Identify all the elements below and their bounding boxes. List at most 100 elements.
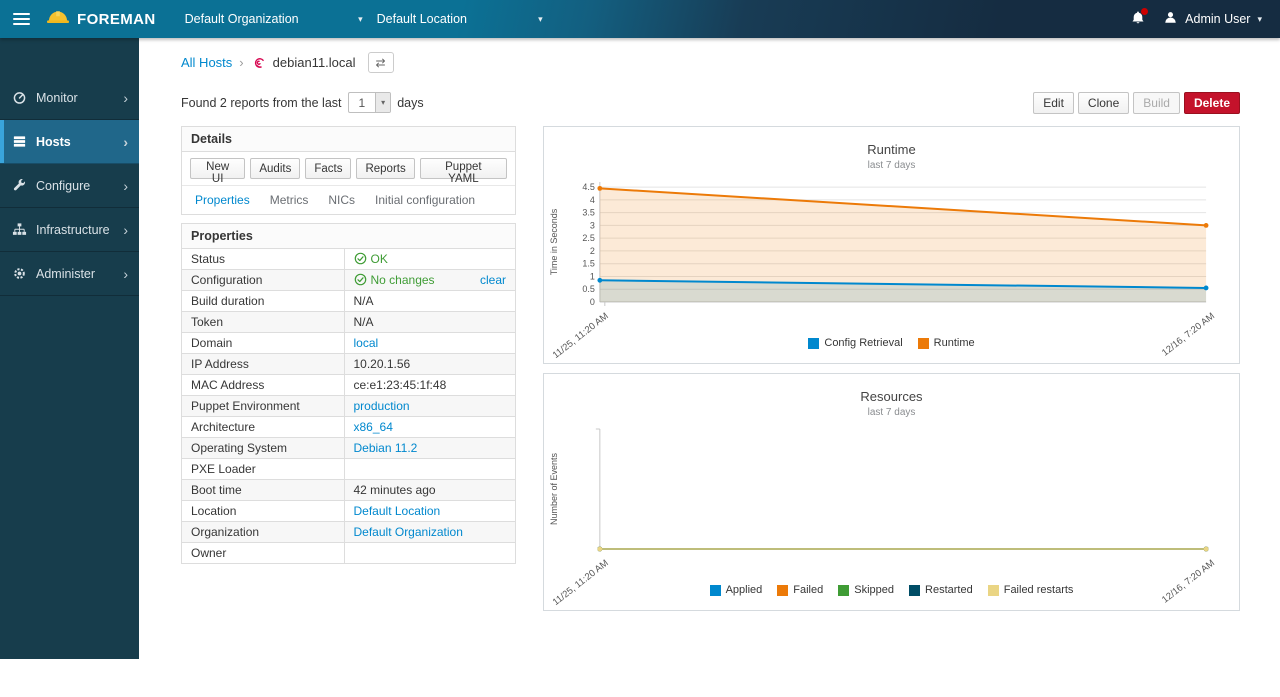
svg-text:0.5: 0.5 [582, 284, 594, 294]
legend-item-runtime[interactable]: Runtime [918, 337, 975, 349]
resources-chart-panel: Resources last 7 days 11/25, 11:20 AM12/… [543, 373, 1240, 611]
charts-column: Runtime last 7 days 00.511.522.533.544.5… [543, 126, 1240, 611]
property-value [344, 459, 515, 480]
switch-arrows-icon: ⇄ [376, 56, 386, 70]
runtime-chart: 00.511.522.533.544.511/25, 11:20 AM12/16… [544, 174, 1239, 364]
user-name: Admin User [1185, 12, 1250, 26]
breadcrumb-all-hosts-link[interactable]: All Hosts [181, 55, 232, 70]
sidebar-item-administer[interactable]: Administer› [0, 252, 139, 296]
audits-button[interactable]: Audits [250, 158, 300, 179]
property-label: Token [182, 312, 344, 333]
architecture-link[interactable]: x86_64 [354, 420, 393, 434]
location-link[interactable]: Default Location [354, 504, 441, 518]
legend-item-skipped[interactable]: Skipped [838, 584, 894, 596]
menu-toggle-button[interactable] [0, 13, 43, 25]
properties-table: StatusOKConfigurationNo changesclearBuil… [182, 249, 515, 563]
sidebar-item-configure[interactable]: Configure› [0, 164, 139, 208]
operating-system-link[interactable]: Debian 11.2 [354, 441, 418, 455]
details-button-row: New UIAuditsFactsReports Puppet YAML [182, 152, 515, 186]
legend-swatch [777, 585, 788, 596]
tab-initial-configuration[interactable]: Initial configuration [365, 186, 485, 214]
table-row: IP Address10.20.1.56 [182, 354, 515, 375]
resources-chart-legend: Applied Failed Skipped Restarted Failed rest… [544, 584, 1239, 596]
tab-nics[interactable]: NICs [318, 186, 365, 214]
reports-button[interactable]: Reports [356, 158, 414, 179]
property-value: x86_64 [344, 417, 515, 438]
debian-os-icon [251, 55, 266, 70]
puppet-environment-link[interactable]: production [354, 399, 410, 413]
legend-swatch [918, 338, 929, 349]
host-switcher-button[interactable]: ⇄ [368, 52, 394, 73]
edit-button[interactable]: Edit [1033, 92, 1074, 114]
facts-button[interactable]: Facts [305, 158, 351, 179]
svg-text:Number of Events: Number of Events [549, 453, 559, 525]
legend-label: Applied [726, 584, 763, 596]
property-label: Owner [182, 543, 344, 564]
property-label: Puppet Environment [182, 396, 344, 417]
table-row: Domainlocal [182, 333, 515, 354]
table-row: PXE Loader [182, 459, 515, 480]
sidebar-item-label: Monitor [36, 91, 78, 105]
domain-link[interactable]: local [354, 336, 379, 350]
foreman-logo[interactable]: FOREMAN [46, 8, 156, 31]
property-label: PXE Loader [182, 459, 344, 480]
puppet-yaml-button[interactable]: Puppet YAML [420, 158, 507, 179]
organization-link[interactable]: Default Organization [354, 525, 463, 539]
sidebar-item-hosts[interactable]: Hosts› [0, 120, 139, 164]
notification-badge [1141, 8, 1148, 15]
svg-text:11/25, 11:20 AM: 11/25, 11:20 AM [551, 311, 611, 361]
sidebar-item-monitor[interactable]: Monitor › [0, 76, 139, 120]
property-value: ce:e1:23:45:1f:48 [344, 375, 515, 396]
legend-item-restarted[interactable]: Restarted [909, 584, 973, 596]
build-button: Build [1133, 92, 1180, 114]
legend-item-failed[interactable]: Failed [777, 584, 823, 596]
tab-properties[interactable]: Properties [185, 186, 260, 214]
sitemap-icon [11, 222, 27, 238]
property-value: 10.20.1.56 [344, 354, 515, 375]
legend-swatch [838, 585, 849, 596]
legend-item-failed-restarts[interactable]: Failed restarts [988, 584, 1074, 596]
property-value: No changesclear [344, 270, 515, 291]
svg-text:3: 3 [590, 220, 595, 230]
legend-item-applied[interactable]: Applied [710, 584, 763, 596]
legend-swatch [808, 338, 819, 349]
property-value: Default Organization [344, 522, 515, 543]
property-value: N/A [344, 291, 515, 312]
property-label: Organization [182, 522, 344, 543]
delete-button[interactable]: Delete [1184, 92, 1240, 114]
legend-label: Skipped [854, 584, 894, 596]
svg-text:12/16, 7:20 AM: 12/16, 7:20 AM [1160, 311, 1217, 359]
organization-label: Default Organization [185, 12, 299, 26]
tab-metrics[interactable]: Metrics [260, 186, 319, 214]
legend-swatch [909, 585, 920, 596]
clear-link[interactable]: clear [480, 273, 506, 287]
sidebar-item-infrastructure[interactable]: Infrastructure› [0, 208, 139, 252]
sidebar-item-label: Hosts [36, 135, 71, 149]
organization-selector[interactable]: Default Organization ▾ [185, 12, 363, 26]
notifications-button[interactable] [1130, 10, 1146, 29]
days-label: days [397, 96, 423, 110]
property-label: Configuration [182, 270, 344, 291]
breadcrumb-current-host: debian11.local [273, 55, 356, 70]
sidebar-nav: Monitor›Hosts›Configure›Infrastructure›A… [0, 38, 139, 659]
user-menu[interactable]: Admin User ▾ [1163, 10, 1262, 28]
host-details-column: Details New UIAuditsFactsReportsPuppet Y… [181, 126, 516, 564]
property-label: IP Address [182, 354, 344, 375]
days-select[interactable]: 1 ▾ [348, 92, 392, 113]
breadcrumb: All Hosts › debian11.local ⇄ [181, 52, 1240, 73]
property-value: 42 minutes ago [344, 480, 515, 501]
property-label: Status [182, 249, 344, 270]
property-value: OK [344, 249, 515, 270]
found-reports-text: Found 2 reports from the last [181, 96, 342, 110]
legend-item-config-retrieval[interactable]: Config Retrieval [808, 337, 902, 349]
gauge-icon [11, 90, 27, 106]
check-circle-icon [354, 273, 367, 287]
location-selector[interactable]: Default Location ▾ [377, 12, 543, 26]
new-ui-button[interactable]: New UI [190, 158, 245, 179]
chart-subtitle: last 7 days [544, 404, 1239, 418]
clone-button[interactable]: Clone [1078, 92, 1129, 114]
sidebar-item-label: Administer [36, 267, 95, 281]
chevron-right-icon: › [123, 91, 128, 105]
days-value: 1 [349, 93, 376, 112]
table-row: Build durationN/A [182, 291, 515, 312]
